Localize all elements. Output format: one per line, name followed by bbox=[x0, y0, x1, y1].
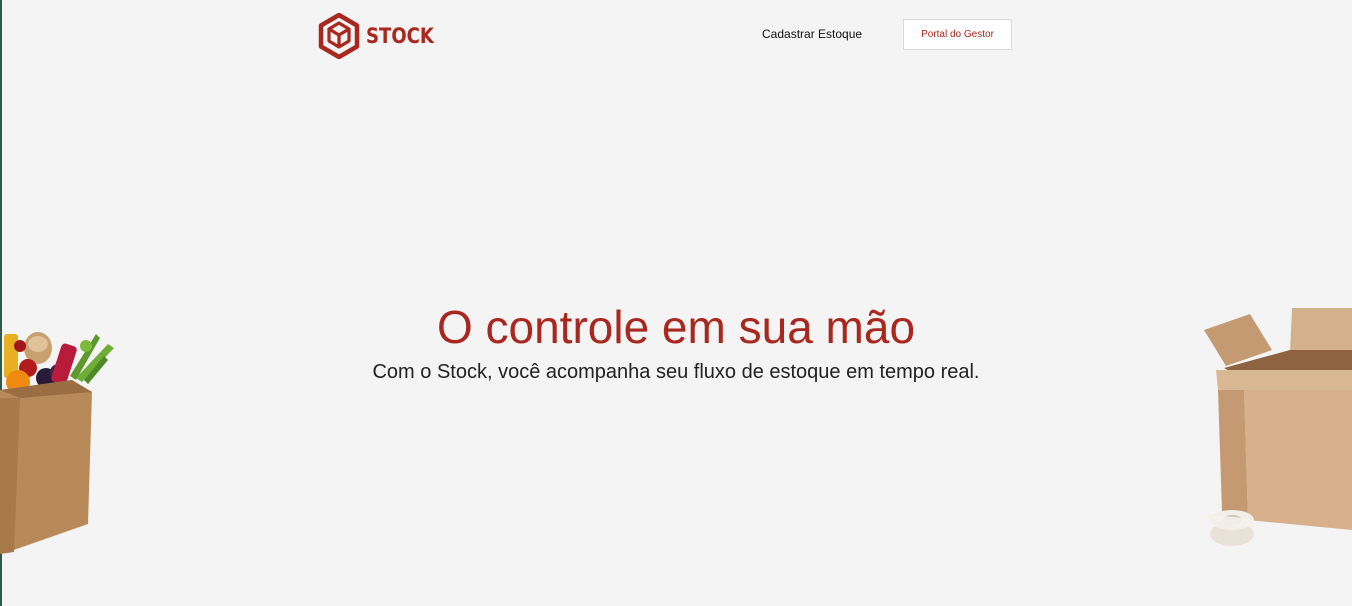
portal-do-gestor-button[interactable]: Portal do Gestor bbox=[903, 19, 1012, 50]
logo-text: STOCK bbox=[366, 24, 434, 48]
hero-title: O controle em sua mão bbox=[436, 301, 916, 353]
nav-link-cadastrar-estoque[interactable]: Cadastrar Estoque bbox=[762, 27, 862, 41]
logo-link[interactable]: STOCK bbox=[318, 13, 445, 59]
hero-subtitle: Com o Stock, você acompanha seu fluxo de… bbox=[372, 361, 980, 383]
grocery-bag-illustration bbox=[0, 332, 114, 554]
hexagon-box-icon bbox=[318, 13, 360, 59]
cardboard-box-illustration bbox=[1198, 308, 1352, 546]
landing-page: STOCK Cadastrar Estoque Portal do Gestor… bbox=[0, 0, 1352, 606]
